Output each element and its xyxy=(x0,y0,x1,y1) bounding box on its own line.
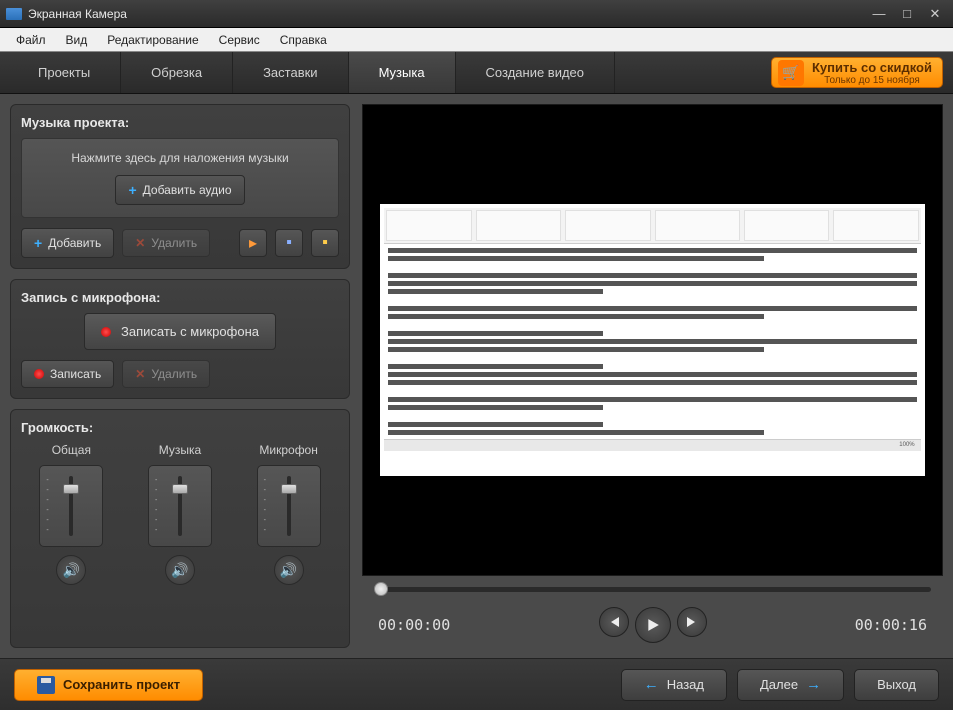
doc-zoom: 100% xyxy=(899,442,914,448)
tab-music[interactable]: Музыка xyxy=(349,52,456,93)
arrow-left-icon: ← xyxy=(644,676,659,693)
tab-create-video[interactable]: Создание видео xyxy=(456,52,615,93)
next-label: Далее xyxy=(760,677,798,692)
video-preview: 100% xyxy=(362,104,943,576)
prev-button[interactable] xyxy=(599,607,629,637)
tab-intros[interactable]: Заставки xyxy=(233,52,348,93)
menu-edit[interactable]: Редактирование xyxy=(97,30,208,50)
arrow-right-icon: → xyxy=(806,676,821,693)
volume-music-label: Музыка xyxy=(159,443,201,457)
record-icon xyxy=(34,369,44,379)
skip-forward-icon xyxy=(686,616,698,628)
footer: Сохранить проект ← Назад Далее → Выход xyxy=(0,658,953,710)
volume-mic-slider[interactable]: ------ xyxy=(257,465,321,547)
volume-master-label: Общая xyxy=(52,443,91,457)
x-icon: ✕ xyxy=(135,236,145,250)
record-icon xyxy=(101,327,111,337)
close-button[interactable]: ✕ xyxy=(923,5,947,23)
mute-mic-button[interactable]: 🔊 xyxy=(274,555,304,585)
maximize-button[interactable]: □ xyxy=(895,5,919,23)
music-option-2[interactable]: ▪ xyxy=(275,229,303,257)
tab-projects[interactable]: Проекты xyxy=(8,52,121,93)
add-label: Добавить xyxy=(48,236,101,250)
menu-file[interactable]: Файл xyxy=(6,30,56,50)
volume-mic-label: Микрофон xyxy=(259,443,317,457)
floppy-icon xyxy=(37,676,55,694)
speaker-icon: 🔊 xyxy=(280,562,297,579)
mute-music-button[interactable]: 🔊 xyxy=(165,555,195,585)
volume-mic: Микрофон ------ 🔊 xyxy=(257,443,321,585)
volume-master: Общая ------ 🔊 xyxy=(39,443,103,585)
add-audio-button[interactable]: + Добавить аудио xyxy=(115,175,244,205)
exit-button[interactable]: Выход xyxy=(854,669,939,701)
preview-document: 100% xyxy=(380,204,924,477)
left-panel: Музыка проекта: Нажмите здесь для наложе… xyxy=(0,94,360,658)
menu-service[interactable]: Сервис xyxy=(209,30,270,50)
record-label: Записать xyxy=(50,367,101,381)
cart-icon: 🛒 xyxy=(778,60,804,86)
buy-main-text: Купить со скидкой xyxy=(812,60,932,75)
record-from-mic-label: Записать с микрофона xyxy=(121,324,259,339)
back-label: Назад xyxy=(667,677,704,692)
timeline[interactable] xyxy=(362,576,943,602)
back-button[interactable]: ← Назад xyxy=(621,669,727,701)
mic-panel: Запись с микрофона: Записать с микрофона… xyxy=(10,279,350,399)
timeline-thumb[interactable] xyxy=(374,582,388,596)
add-button[interactable]: + Добавить xyxy=(21,228,114,258)
add-audio-label: Добавить аудио xyxy=(143,183,232,197)
menubar: Файл Вид Редактирование Сервис Справка xyxy=(0,28,953,52)
mute-master-button[interactable]: 🔊 xyxy=(56,555,86,585)
menu-view[interactable]: Вид xyxy=(56,30,98,50)
menu-help[interactable]: Справка xyxy=(270,30,337,50)
record-button[interactable]: Записать xyxy=(21,360,114,388)
time-total: 00:00:16 xyxy=(855,616,927,634)
volume-panel: Громкость: Общая ------ 🔊 Музыка ------ xyxy=(10,409,350,648)
volume-master-slider[interactable]: ------ xyxy=(39,465,103,547)
music-drop-zone[interactable]: Нажмите здесь для наложения музыки + Доб… xyxy=(21,138,339,218)
tab-trim[interactable]: Обрезка xyxy=(121,52,233,93)
speaker-icon: 🔊 xyxy=(63,562,80,579)
music-panel: Музыка проекта: Нажмите здесь для наложе… xyxy=(10,104,350,269)
delete-music-button[interactable]: ✕ Удалить xyxy=(122,229,210,257)
delete-label: Удалить xyxy=(151,236,197,250)
window-title: Экранная Камера xyxy=(28,7,867,21)
plus-icon: + xyxy=(128,182,136,198)
next-button[interactable] xyxy=(677,607,707,637)
mic-panel-title: Запись с микрофона: xyxy=(21,290,339,305)
volume-music: Музыка ------ 🔊 xyxy=(148,443,212,585)
speaker-icon: 🔊 xyxy=(171,562,188,579)
exit-label: Выход xyxy=(877,677,916,692)
time-current: 00:00:00 xyxy=(378,616,450,634)
music-hint: Нажмите здесь для наложения музыки xyxy=(30,151,330,165)
play-button[interactable] xyxy=(635,607,671,643)
skip-back-icon xyxy=(608,616,620,628)
volume-panel-title: Громкость: xyxy=(21,420,339,435)
record-from-mic-button[interactable]: Записать с микрофона xyxy=(84,313,276,350)
music-option-3[interactable]: ▪ xyxy=(311,229,339,257)
music-option-1[interactable]: ▸ xyxy=(239,229,267,257)
delete-mic-label: Удалить xyxy=(151,367,197,381)
music-panel-title: Музыка проекта: xyxy=(21,115,339,130)
plus-icon: + xyxy=(34,235,42,251)
save-project-button[interactable]: Сохранить проект xyxy=(14,669,203,701)
app-icon xyxy=(6,8,22,20)
save-project-label: Сохранить проект xyxy=(63,677,180,692)
buy-sub-text: Только до 15 ноября xyxy=(824,75,920,86)
right-panel: 100% 00:00:00 00:00:16 xyxy=(360,94,953,658)
next-button-footer[interactable]: Далее → xyxy=(737,669,844,701)
minimize-button[interactable]: — xyxy=(867,5,891,23)
play-icon xyxy=(646,618,660,632)
x-icon: ✕ xyxy=(135,367,145,381)
volume-music-slider[interactable]: ------ xyxy=(148,465,212,547)
tabbar: Проекты Обрезка Заставки Музыка Создание… xyxy=(0,52,953,94)
delete-mic-button[interactable]: ✕ Удалить xyxy=(122,360,210,388)
titlebar: Экранная Камера — □ ✕ xyxy=(0,0,953,28)
buy-button[interactable]: 🛒 Купить со скидкой Только до 15 ноября xyxy=(771,57,943,88)
